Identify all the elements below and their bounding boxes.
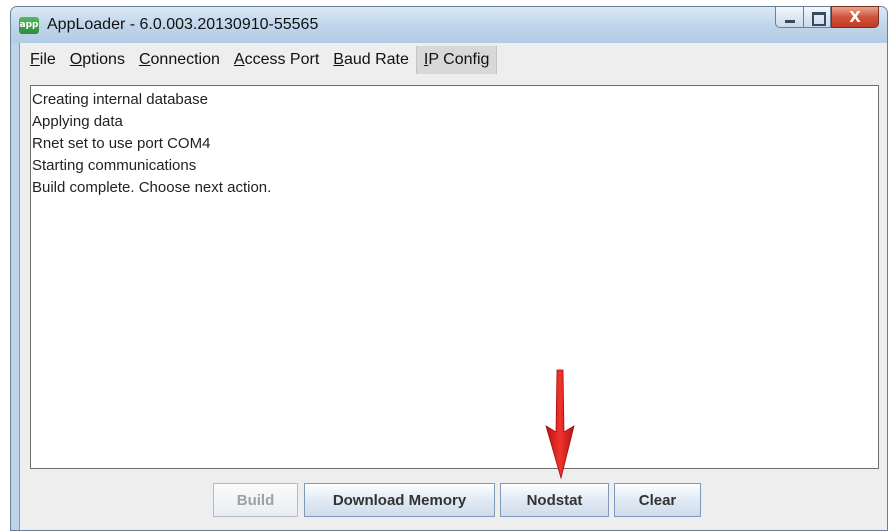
window-title: AppLoader - 6.0.003.20130910-55565 — [47, 16, 319, 33]
menu-file[interactable]: File — [20, 46, 63, 74]
client-area: File Options Connection Access Port Baud… — [19, 43, 887, 530]
maximize-icon — [812, 12, 826, 26]
maximize-button[interactable] — [803, 6, 831, 28]
minimize-button[interactable] — [775, 6, 803, 28]
log-line: Applying data — [32, 113, 123, 130]
menu-connection-label: onnection — [150, 51, 220, 68]
menu-options-label: ptions — [82, 51, 125, 68]
menu-bar: File Options Connection Access Port Baud… — [20, 43, 887, 77]
app-window: app AppLoader - 6.0.003.20130910-55565 X… — [10, 6, 888, 531]
menu-file-mnemonic: F — [30, 51, 40, 68]
build-button[interactable]: Build — [213, 483, 298, 517]
clear-button[interactable]: Clear — [614, 483, 701, 517]
menu-connection-mnemonic: C — [138, 51, 151, 68]
minimize-icon — [785, 20, 795, 23]
menu-access-port[interactable]: Access Port — [227, 46, 326, 74]
log-output-area[interactable]: Creating internal database Applying data… — [30, 85, 879, 469]
menu-baud-rate[interactable]: Baud Rate — [326, 46, 416, 74]
app-icon: app — [19, 17, 39, 34]
menu-baud-rate-mnemonic: B — [333, 51, 344, 68]
menu-options[interactable]: Options — [63, 46, 132, 74]
log-line: Starting communications — [32, 157, 197, 174]
nodstat-button[interactable]: Nodstat — [500, 483, 609, 517]
menu-baud-rate-label: aud Rate — [343, 51, 409, 68]
log-line: Creating internal database — [32, 91, 208, 108]
menu-file-label: ile — [39, 51, 56, 68]
close-button[interactable]: X — [831, 6, 879, 28]
close-icon: X — [849, 8, 861, 26]
menu-ip-config[interactable]: IP Config — [415, 46, 498, 74]
button-bar: Build Download Memory Nodstat Clear — [20, 480, 887, 520]
menu-access-port-label: ccess Port — [244, 51, 320, 68]
log-line: Rnet set to use port COM4 — [32, 135, 211, 152]
window-controls: X — [775, 6, 879, 30]
download-memory-button[interactable]: Download Memory — [304, 483, 495, 517]
menu-access-port-mnemonic: A — [233, 51, 245, 68]
menu-connection[interactable]: Connection — [132, 46, 227, 74]
menu-ip-config-label: P Config — [428, 51, 490, 68]
title-bar[interactable]: app AppLoader - 6.0.003.20130910-55565 X — [11, 6, 887, 43]
menu-options-mnemonic: O — [69, 51, 83, 68]
log-line: Build complete. Choose next action. — [32, 179, 272, 196]
